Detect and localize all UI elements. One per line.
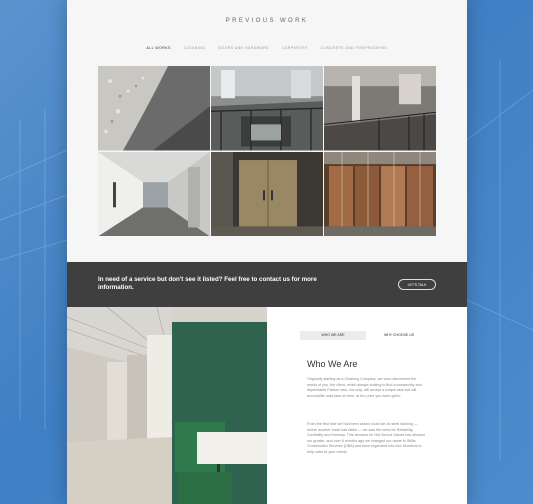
tab-who-we-are[interactable]: WHO WE ARE [300, 331, 366, 340]
portfolio-gallery [98, 66, 436, 236]
filter-cleaning[interactable]: CLEANING [184, 46, 206, 50]
gallery-image-mezzanine[interactable] [324, 66, 436, 151]
gallery-image-concrete[interactable] [98, 66, 210, 151]
about-paragraph-1: Originally starting as a Cleaning Compan… [307, 377, 422, 398]
gallery-image-wood-panels[interactable] [324, 151, 436, 236]
portfolio-filters: ALL WORKS CLEANING DOORS AND HARDWARE CA… [67, 46, 467, 50]
about-panel: WHO WE ARE WHY CHOOSE US Who We Are Orig… [267, 307, 467, 504]
tab-why-choose-us[interactable]: WHY CHOOSE US [366, 331, 432, 340]
section-title: PREVIOUS WORK [225, 18, 309, 24]
webpage-mockup: PREVIOUS WORK ALL WORKS CLEANING DOORS A… [67, 0, 467, 504]
about-heading: Who We Are [307, 359, 358, 369]
about-tabs: WHO WE ARE WHY CHOOSE US [300, 331, 432, 340]
about-paragraph-2: From the first time we had been asked co… [307, 422, 425, 454]
filter-carpentry[interactable]: CARPENTRY [282, 46, 308, 50]
cta-banner: In need of a service but don't see it li… [67, 262, 467, 307]
gallery-image-stairwell[interactable] [211, 66, 323, 151]
filter-all-works[interactable]: ALL WORKS [146, 46, 170, 50]
filter-doors-hardware[interactable]: DOORS AND HARDWARE [218, 46, 269, 50]
gallery-image-doors[interactable] [211, 151, 323, 236]
office-interior-photo [67, 307, 267, 504]
filter-concrete-fireproofing[interactable]: CONCRETE AND FIREPROOFING [321, 46, 388, 50]
lets-talk-button[interactable]: LET'S TALK [398, 279, 436, 290]
cta-message: In need of a service but don't see it li… [98, 276, 317, 291]
about-section: WHO WE ARE WHY CHOOSE US Who We Are Orig… [67, 307, 467, 504]
gallery-image-corridor[interactable] [98, 151, 210, 236]
